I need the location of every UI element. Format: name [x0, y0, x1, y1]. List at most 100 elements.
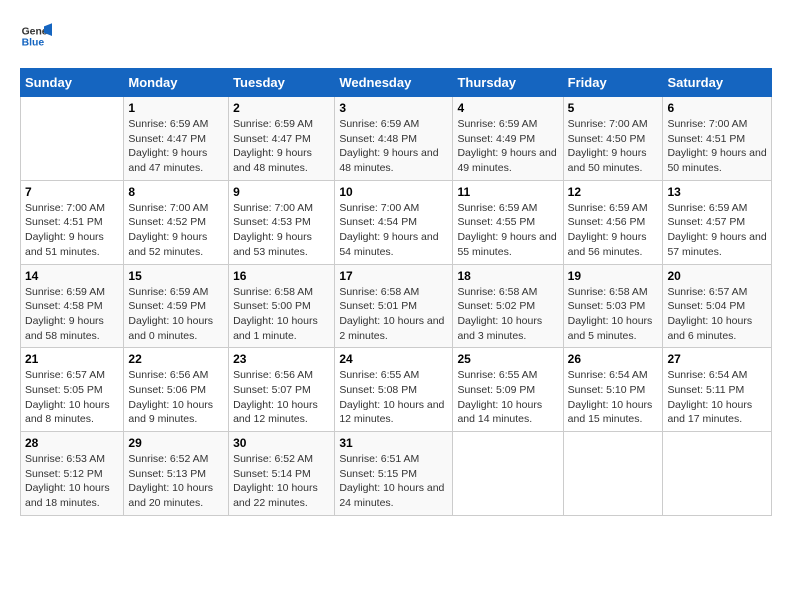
header-sunday: Sunday — [21, 69, 124, 97]
day-number: 12 — [568, 185, 659, 199]
week-row-3: 14 Sunrise: 6:59 AMSunset: 4:58 PMDayligh… — [21, 264, 772, 348]
day-info: Sunrise: 6:59 AMSunset: 4:57 PMDaylight:… — [667, 201, 767, 260]
day-info: Sunrise: 6:56 AMSunset: 5:06 PMDaylight:… — [128, 368, 224, 427]
day-info: Sunrise: 6:59 AMSunset: 4:47 PMDaylight:… — [128, 117, 224, 176]
day-number: 3 — [339, 101, 448, 115]
day-info: Sunrise: 6:58 AMSunset: 5:03 PMDaylight:… — [568, 285, 659, 344]
day-info: Sunrise: 7:00 AMSunset: 4:53 PMDaylight:… — [233, 201, 330, 260]
calendar-cell: 19 Sunrise: 6:58 AMSunset: 5:03 PMDayligh… — [563, 264, 663, 348]
day-info: Sunrise: 7:00 AMSunset: 4:52 PMDaylight:… — [128, 201, 224, 260]
header-saturday: Saturday — [663, 69, 772, 97]
day-info: Sunrise: 6:59 AMSunset: 4:58 PMDaylight:… — [25, 285, 119, 344]
day-number: 1 — [128, 101, 224, 115]
week-row-1: 1 Sunrise: 6:59 AMSunset: 4:47 PMDaylight… — [21, 97, 772, 181]
day-info: Sunrise: 6:51 AMSunset: 5:15 PMDaylight:… — [339, 452, 448, 511]
day-info: Sunrise: 6:52 AMSunset: 5:13 PMDaylight:… — [128, 452, 224, 511]
logo: General Blue — [20, 20, 52, 52]
calendar-cell: 27 Sunrise: 6:54 AMSunset: 5:11 PMDayligh… — [663, 348, 772, 432]
week-row-2: 7 Sunrise: 7:00 AMSunset: 4:51 PMDaylight… — [21, 180, 772, 264]
day-number: 20 — [667, 269, 767, 283]
day-info: Sunrise: 6:59 AMSunset: 4:59 PMDaylight:… — [128, 285, 224, 344]
calendar-cell: 25 Sunrise: 6:55 AMSunset: 5:09 PMDayligh… — [453, 348, 563, 432]
day-number: 13 — [667, 185, 767, 199]
day-info: Sunrise: 6:57 AMSunset: 5:04 PMDaylight:… — [667, 285, 767, 344]
header-thursday: Thursday — [453, 69, 563, 97]
calendar-cell: 20 Sunrise: 6:57 AMSunset: 5:04 PMDayligh… — [663, 264, 772, 348]
day-info: Sunrise: 6:59 AMSunset: 4:48 PMDaylight:… — [339, 117, 448, 176]
calendar-cell — [21, 97, 124, 181]
calendar-cell: 14 Sunrise: 6:59 AMSunset: 4:58 PMDayligh… — [21, 264, 124, 348]
day-number: 7 — [25, 185, 119, 199]
day-number: 17 — [339, 269, 448, 283]
calendar-cell: 22 Sunrise: 6:56 AMSunset: 5:06 PMDayligh… — [124, 348, 229, 432]
day-number: 31 — [339, 436, 448, 450]
day-info: Sunrise: 6:55 AMSunset: 5:09 PMDaylight:… — [457, 368, 558, 427]
header-tuesday: Tuesday — [229, 69, 335, 97]
calendar-cell: 16Sunrise: 6:58 AMSunset: 5:00 PMDayligh… — [229, 264, 335, 348]
day-info: Sunrise: 6:54 AMSunset: 5:10 PMDaylight:… — [568, 368, 659, 427]
header-monday: Monday — [124, 69, 229, 97]
calendar-cell: 10 Sunrise: 7:00 AMSunset: 4:54 PMDayligh… — [335, 180, 453, 264]
day-info: Sunrise: 7:00 AMSunset: 4:51 PMDaylight:… — [25, 201, 119, 260]
day-info: Sunrise: 6:58 AMSunset: 5:01 PMDaylight:… — [339, 285, 448, 344]
calendar-cell: 3 Sunrise: 6:59 AMSunset: 4:48 PMDaylight… — [335, 97, 453, 181]
day-info: Sunrise: 7:00 AMSunset: 4:51 PMDaylight:… — [667, 117, 767, 176]
calendar-cell: 30 Sunrise: 6:52 AMSunset: 5:14 PMDayligh… — [229, 432, 335, 516]
calendar-table: SundayMondayTuesdayWednesdayThursdayFrid… — [20, 68, 772, 516]
day-number: 29 — [128, 436, 224, 450]
day-number: 25 — [457, 352, 558, 366]
day-number: 14 — [25, 269, 119, 283]
calendar-cell: 23 Sunrise: 6:56 AMSunset: 5:07 PMDayligh… — [229, 348, 335, 432]
day-number: 10 — [339, 185, 448, 199]
calendar-cell: 11Sunrise: 6:59 AMSunset: 4:55 PMDayligh… — [453, 180, 563, 264]
header-wednesday: Wednesday — [335, 69, 453, 97]
calendar-cell: 7 Sunrise: 7:00 AMSunset: 4:51 PMDaylight… — [21, 180, 124, 264]
calendar-cell: 29 Sunrise: 6:52 AMSunset: 5:13 PMDayligh… — [124, 432, 229, 516]
calendar-cell: 9 Sunrise: 7:00 AMSunset: 4:53 PMDaylight… — [229, 180, 335, 264]
day-info: Sunrise: 7:00 AMSunset: 4:50 PMDaylight:… — [568, 117, 659, 176]
day-info: Sunrise: 6:57 AMSunset: 5:05 PMDaylight:… — [25, 368, 119, 427]
day-number: 26 — [568, 352, 659, 366]
day-info: Sunrise: 6:54 AMSunset: 5:11 PMDaylight:… — [667, 368, 767, 427]
day-number: 9 — [233, 185, 330, 199]
calendar-cell: 28 Sunrise: 6:53 AMSunset: 5:12 PMDayligh… — [21, 432, 124, 516]
day-info: Sunrise: 6:58 AMSunset: 5:02 PMDaylight:… — [457, 285, 558, 344]
day-number: 8 — [128, 185, 224, 199]
svg-text:Blue: Blue — [22, 38, 45, 49]
day-number: 18 — [457, 269, 558, 283]
calendar-cell: 24Sunrise: 6:55 AMSunset: 5:08 PMDayligh… — [335, 348, 453, 432]
calendar-cell: 31 Sunrise: 6:51 AMSunset: 5:15 PMDayligh… — [335, 432, 453, 516]
day-number: 30 — [233, 436, 330, 450]
day-number: 23 — [233, 352, 330, 366]
day-number: 22 — [128, 352, 224, 366]
day-number: 4 — [457, 101, 558, 115]
calendar-cell — [563, 432, 663, 516]
day-number: 19 — [568, 269, 659, 283]
day-number: 5 — [568, 101, 659, 115]
page-header: General Blue — [20, 20, 772, 52]
day-info: Sunrise: 7:00 AMSunset: 4:54 PMDaylight:… — [339, 201, 448, 260]
header-row: SundayMondayTuesdayWednesdayThursdayFrid… — [21, 69, 772, 97]
calendar-cell: 26 Sunrise: 6:54 AMSunset: 5:10 PMDayligh… — [563, 348, 663, 432]
week-row-4: 21 Sunrise: 6:57 AMSunset: 5:05 PMDayligh… — [21, 348, 772, 432]
day-info: Sunrise: 6:59 AMSunset: 4:56 PMDaylight:… — [568, 201, 659, 260]
day-info: Sunrise: 6:58 AMSunset: 5:00 PMDaylight:… — [233, 285, 330, 344]
calendar-cell: 8 Sunrise: 7:00 AMSunset: 4:52 PMDaylight… — [124, 180, 229, 264]
day-info: Sunrise: 6:56 AMSunset: 5:07 PMDaylight:… — [233, 368, 330, 427]
calendar-cell: 21 Sunrise: 6:57 AMSunset: 5:05 PMDayligh… — [21, 348, 124, 432]
day-number: 27 — [667, 352, 767, 366]
calendar-cell — [453, 432, 563, 516]
day-info: Sunrise: 6:59 AMSunset: 4:49 PMDaylight:… — [457, 117, 558, 176]
day-number: 28 — [25, 436, 119, 450]
day-number: 21 — [25, 352, 119, 366]
calendar-cell: 17 Sunrise: 6:58 AMSunset: 5:01 PMDayligh… — [335, 264, 453, 348]
day-info: Sunrise: 6:53 AMSunset: 5:12 PMDaylight:… — [25, 452, 119, 511]
logo-icon: General Blue — [20, 20, 52, 52]
calendar-cell: 4 Sunrise: 6:59 AMSunset: 4:49 PMDaylight… — [453, 97, 563, 181]
day-number: 15 — [128, 269, 224, 283]
day-info: Sunrise: 6:59 AMSunset: 4:55 PMDaylight:… — [457, 201, 558, 260]
day-info: Sunrise: 6:52 AMSunset: 5:14 PMDaylight:… — [233, 452, 330, 511]
calendar-cell: 1 Sunrise: 6:59 AMSunset: 4:47 PMDaylight… — [124, 97, 229, 181]
day-number: 24 — [339, 352, 448, 366]
calendar-cell: 13 Sunrise: 6:59 AMSunset: 4:57 PMDayligh… — [663, 180, 772, 264]
